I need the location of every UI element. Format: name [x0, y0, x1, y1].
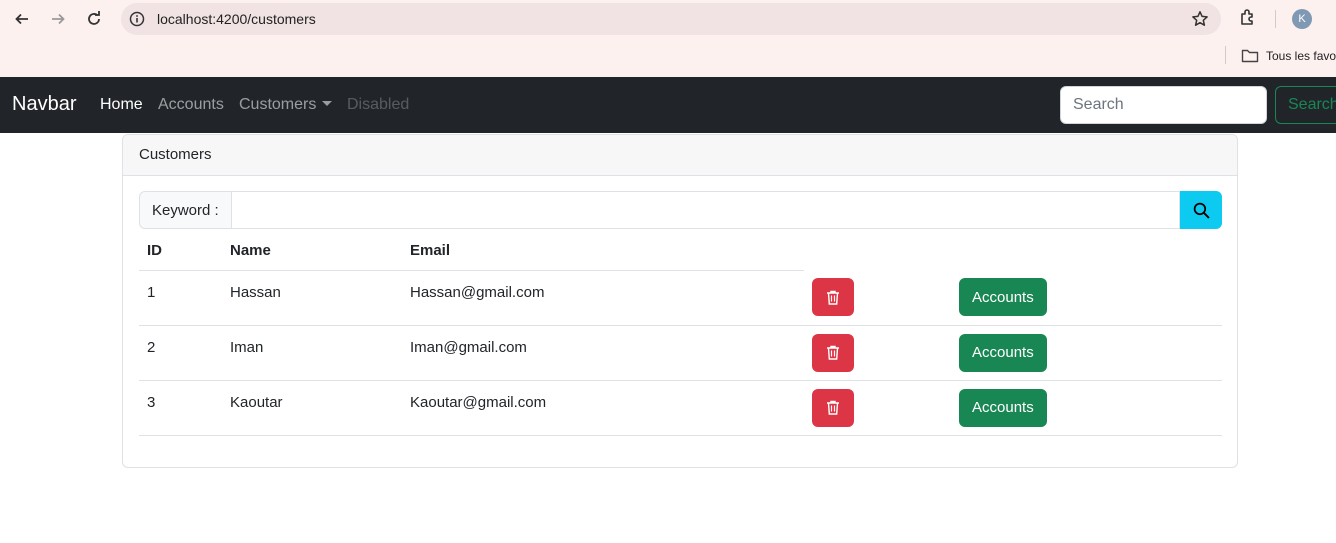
nav-link-customers-label: Customers [239, 96, 317, 113]
navbar-search-input[interactable] [1060, 86, 1267, 124]
column-header-id: ID [139, 231, 222, 271]
address-bar[interactable]: localhost:4200/customers [121, 3, 1221, 35]
cell-delete [804, 270, 951, 326]
trash-icon [827, 400, 839, 415]
cell-accounts: Accounts [951, 270, 1222, 326]
nav-link-disabled: Disabled [347, 96, 410, 113]
cell-delete [804, 325, 951, 381]
table-row: 2 Iman Iman@gmail.com Accounts [139, 325, 1222, 381]
info-icon[interactable] [129, 11, 145, 27]
trash-icon [827, 345, 839, 360]
nav-link-home[interactable]: Home [100, 96, 143, 114]
delete-button[interactable] [812, 388, 854, 427]
trash-icon [827, 290, 839, 305]
table-header-row: ID Name Email [139, 231, 1222, 271]
navbar: Navbar Home Accounts Customers Disabled … [0, 77, 1336, 133]
url-text[interactable]: localhost:4200/customers [157, 11, 316, 27]
accounts-button[interactable]: Accounts [959, 388, 1047, 427]
table-row: 3 Kaoutar Kaoutar@gmail.com Accounts [139, 380, 1222, 436]
cell-email: Hassan@gmail.com [402, 270, 804, 326]
keyword-search-group: Keyword : [139, 191, 1222, 229]
cell-email: Iman@gmail.com [402, 325, 804, 381]
back-arrow-icon[interactable] [10, 8, 34, 30]
customers-card: Customers Keyword : ID Name Email 1 Hass… [122, 134, 1238, 468]
cell-accounts: Accounts [951, 325, 1222, 381]
cell-id: 1 [139, 270, 222, 326]
keyword-input[interactable] [230, 191, 1180, 229]
cell-id: 3 [139, 380, 222, 436]
accounts-button[interactable]: Accounts [959, 333, 1047, 372]
nav-link-customers-dropdown[interactable]: Customers [239, 96, 333, 114]
accounts-button[interactable]: Accounts [959, 278, 1047, 317]
cell-name: Kaoutar [222, 380, 402, 436]
browser-chrome: localhost:4200/customers K Tous les favo… [0, 0, 1336, 77]
table-row: 1 Hassan Hassan@gmail.com Accounts [139, 270, 1222, 326]
keyword-label: Keyword : [139, 191, 231, 229]
keyword-search-button[interactable] [1180, 191, 1222, 229]
delete-button[interactable] [812, 278, 854, 317]
delete-button[interactable] [812, 333, 854, 372]
cell-id: 2 [139, 325, 222, 381]
bookmark-divider [1225, 46, 1226, 64]
reload-icon[interactable] [82, 8, 106, 30]
nav-link-accounts[interactable]: Accounts [158, 96, 224, 114]
navbar-brand[interactable]: Navbar [12, 93, 76, 116]
chevron-down-icon [322, 101, 333, 106]
card-title: Customers [123, 135, 1237, 176]
column-header-empty [951, 231, 1222, 270]
column-header-empty [804, 231, 951, 270]
navbar-search-button[interactable]: Search [1275, 86, 1336, 124]
cell-accounts: Accounts [951, 380, 1222, 436]
avatar[interactable]: K [1292, 9, 1312, 29]
cell-email: Kaoutar@gmail.com [402, 380, 804, 436]
cell-name: Iman [222, 325, 402, 381]
extension-icon[interactable] [1238, 8, 1258, 28]
cell-delete [804, 380, 951, 436]
cell-name: Hassan [222, 270, 402, 326]
forward-arrow-icon[interactable] [46, 8, 70, 30]
bookmark-folder-label[interactable]: Tous les favoris [1266, 49, 1336, 63]
column-header-name: Name [222, 231, 402, 271]
folder-icon[interactable] [1241, 48, 1259, 64]
column-header-email: Email [402, 231, 804, 271]
customers-table: ID Name Email 1 Hassan Hassan@gmail.com … [139, 231, 1222, 436]
star-icon[interactable] [1191, 10, 1209, 28]
search-icon [1193, 202, 1210, 219]
toolbar-divider [1275, 10, 1276, 28]
